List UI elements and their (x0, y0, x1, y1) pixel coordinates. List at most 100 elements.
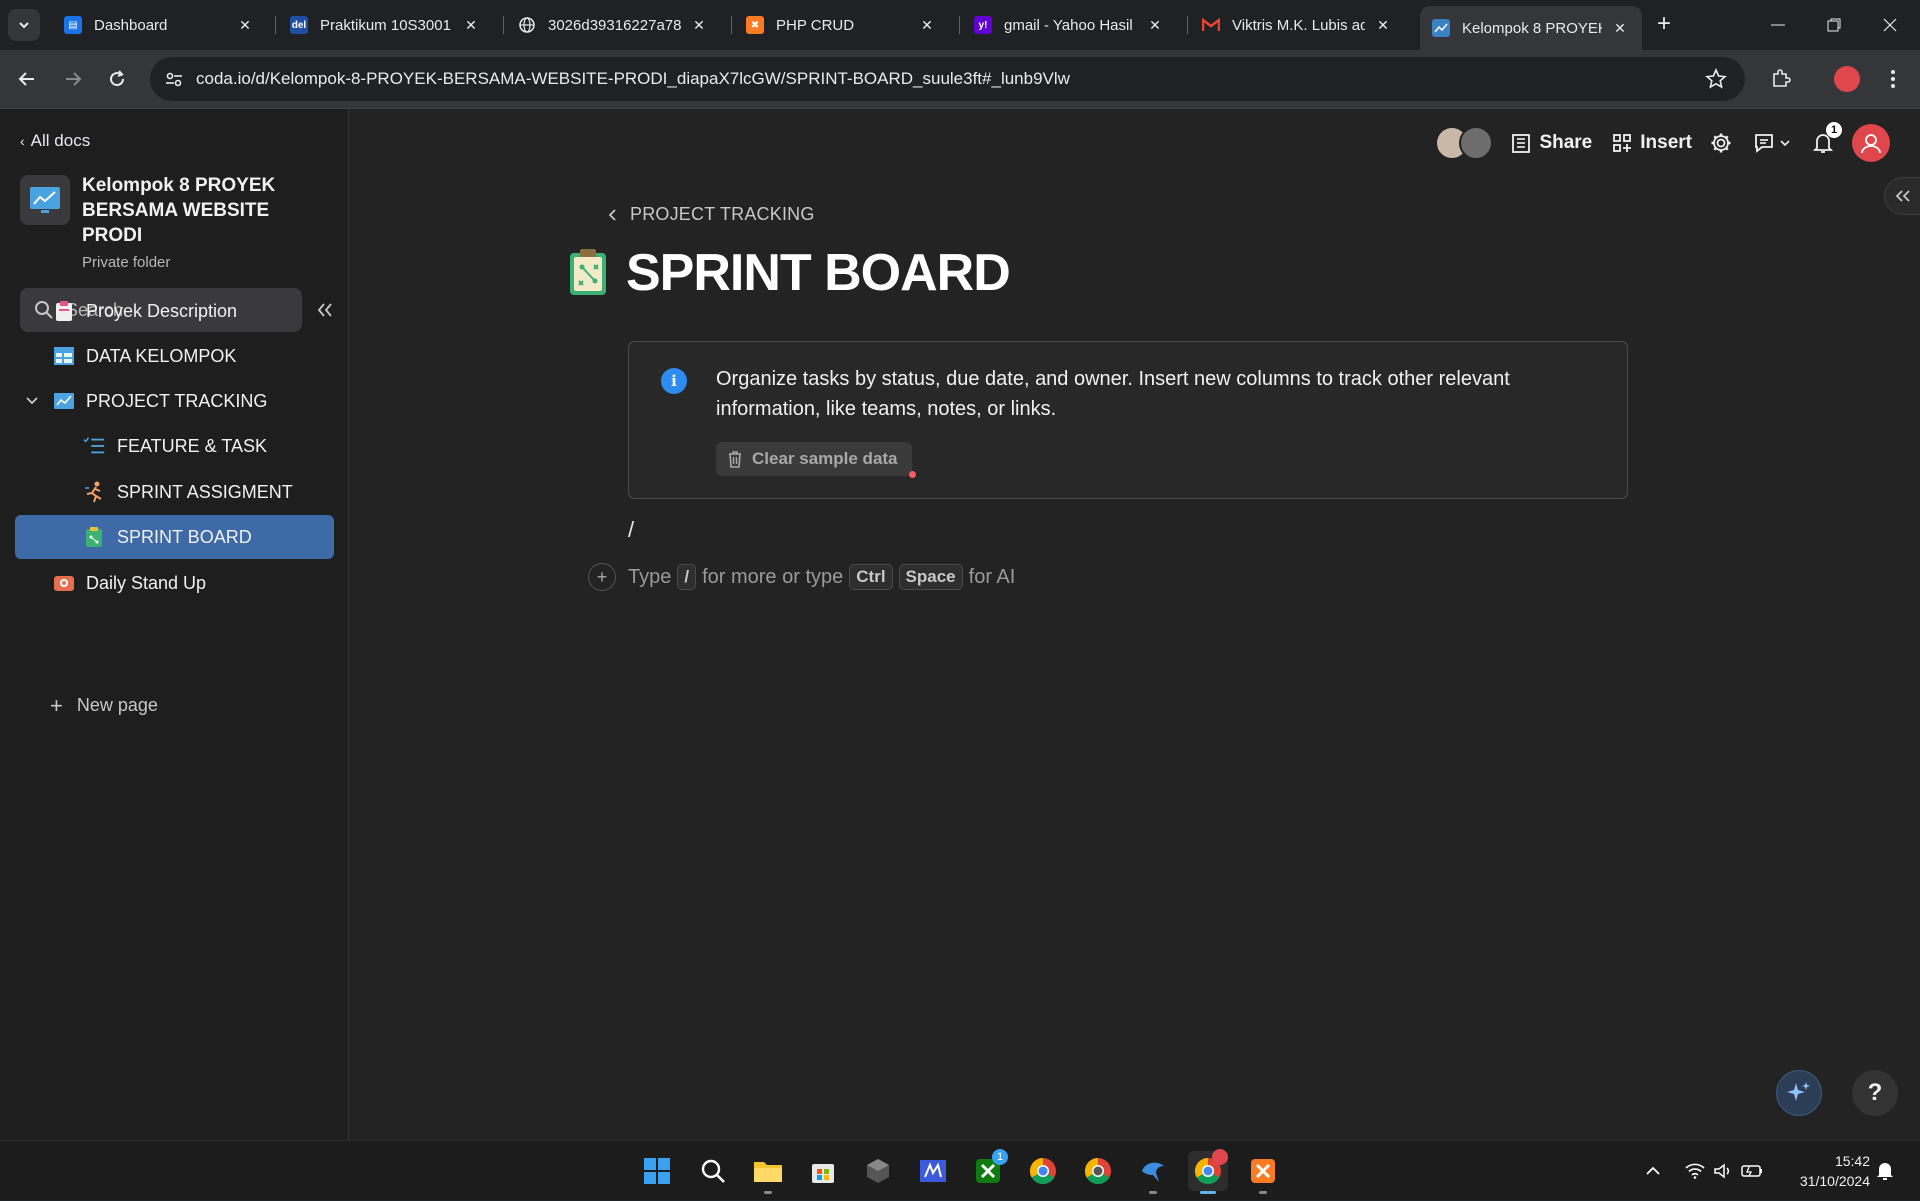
sidebar-item-data-kelompok[interactable]: DATA KELOMPOK (15, 334, 334, 378)
sidebar-item-daily-stand-up[interactable]: Daily Stand Up (15, 561, 334, 605)
site-info-icon[interactable] (164, 69, 184, 89)
minimize-button[interactable] (1758, 8, 1798, 42)
plus-icon: + (50, 692, 63, 718)
comments-button[interactable] (1750, 128, 1794, 158)
wifi-icon[interactable] (1685, 1163, 1705, 1179)
taskbar-search-button[interactable] (693, 1151, 733, 1191)
board-icon (83, 526, 105, 548)
editor-text-line[interactable]: / (628, 517, 634, 543)
comment-icon (1755, 134, 1773, 153)
doc-icon (20, 175, 70, 225)
page-title[interactable]: SPRINT BOARD (626, 243, 1011, 303)
info-icon: i (661, 368, 687, 394)
address-bar[interactable]: coda.io/d/Kelompok-8-PROYEK-BERSAMA-WEBS… (150, 57, 1745, 101)
settings-button[interactable] (1706, 128, 1736, 158)
sidebar-item-project-tracking[interactable]: PROJECT TRACKING (15, 379, 334, 423)
code-app-icon (920, 1160, 946, 1182)
building-icon (1512, 134, 1531, 153)
help-button[interactable]: ? (1852, 1070, 1898, 1116)
yahoo-favicon: y! (974, 16, 992, 34)
mysql-workbench-button[interactable] (1133, 1151, 1173, 1194)
clear-sample-data-button[interactable]: Clear sample data (716, 442, 916, 478)
url-text: coda.io/d/Kelompok-8-PROYEK-BERSAMA-WEBS… (196, 69, 1070, 88)
slash-key: / (677, 564, 697, 590)
share-button[interactable]: Share (1511, 132, 1592, 154)
microsoft-store-button[interactable] (803, 1151, 843, 1191)
forward-button[interactable] (56, 62, 90, 96)
more-vertical-icon (1891, 70, 1895, 88)
restore-button[interactable] (1814, 8, 1854, 42)
sidebar-item-feature-task[interactable]: FEATURE & TASK (15, 424, 334, 468)
close-tab-icon[interactable]: ✕ (689, 15, 709, 35)
browser-tab[interactable]: y! gmail - Yahoo Hasil P ✕ (962, 6, 1177, 44)
expand-panel-button[interactable] (1884, 177, 1920, 215)
new-tab-button[interactable]: + (1650, 12, 1678, 40)
system-clock[interactable]: 15:42 31/10/2024 (1780, 1151, 1870, 1191)
sidebar-item-sprint-assigment[interactable]: SPRINT ASSIGMENT (15, 470, 334, 514)
system-tray (1645, 1141, 1763, 1201)
restore-icon (1827, 18, 1841, 32)
grid-plus-icon (1613, 134, 1632, 152)
chevron-up-icon[interactable] (1645, 1166, 1661, 1176)
ai-assistant-button[interactable] (1776, 1070, 1822, 1116)
close-tab-icon[interactable]: ✕ (461, 15, 481, 35)
close-window-button[interactable] (1870, 8, 1910, 42)
windows-icon (644, 1158, 670, 1184)
browser-toolbar: coda.io/d/Kelompok-8-PROYEK-BERSAMA-WEBS… (0, 50, 1920, 108)
browser-tab[interactable]: ▤ Dashboard ✕ (52, 6, 267, 44)
file-explorer-button[interactable] (748, 1151, 788, 1194)
chrome-profile-button[interactable] (1078, 1151, 1118, 1191)
notification-bell-icon[interactable] (1876, 1161, 1894, 1181)
chrome-button[interactable] (1023, 1151, 1063, 1191)
dev-app-button[interactable] (858, 1151, 898, 1191)
editor-placeholder[interactable]: + Type / for more or type Ctrl Space for… (588, 560, 1015, 594)
browser-menu-button[interactable] (1876, 62, 1910, 96)
sidebar-item-sprint-board[interactable]: SPRINT BOARD (15, 515, 334, 559)
ctrl-key: Ctrl (849, 564, 893, 590)
user-avatar[interactable] (1852, 124, 1890, 162)
xampp-button[interactable] (1243, 1151, 1283, 1194)
close-tab-icon[interactable]: ✕ (1610, 18, 1630, 38)
close-tab-icon[interactable]: ✕ (1373, 15, 1393, 35)
chevron-down-icon[interactable] (21, 390, 43, 412)
bookmark-star-icon[interactable] (1705, 68, 1727, 90)
profile-button[interactable] (1830, 62, 1864, 96)
start-button[interactable] (637, 1151, 677, 1191)
close-tab-icon[interactable]: ✕ (917, 15, 937, 35)
insert-button[interactable]: Insert (1612, 132, 1692, 154)
battery-icon[interactable] (1741, 1164, 1763, 1178)
tab-search-button[interactable] (8, 9, 40, 41)
chrome-active-button[interactable] (1188, 1149, 1228, 1194)
new-page-button[interactable]: + New page (50, 692, 158, 718)
volume-icon[interactable] (1713, 1163, 1733, 1179)
arrow-right-icon (66, 72, 82, 86)
puzzle-icon (1773, 69, 1791, 87)
board-icon[interactable] (568, 247, 608, 297)
collaborator-avatars[interactable] (1435, 126, 1494, 160)
chevron-left-icon: ‹ (20, 133, 25, 149)
breadcrumb[interactable]: PROJECT TRACKING (608, 204, 815, 225)
sidebar-item-proyek-description[interactable]: Proyek Description (15, 289, 334, 333)
all-docs-link[interactable]: ‹ All docs (20, 131, 90, 151)
browser-tab[interactable]: ✖ PHP CRUD ✕ (734, 6, 949, 44)
extensions-button[interactable] (1764, 62, 1798, 96)
browser-tab-active[interactable]: Kelompok 8 PROYEK ✕ (1420, 6, 1642, 50)
ide-button[interactable] (913, 1151, 953, 1191)
xbox-button[interactable]: 1 (968, 1149, 1008, 1191)
add-block-button[interactable]: + (588, 563, 616, 591)
reload-button[interactable] (100, 62, 134, 96)
close-tab-icon[interactable]: ✕ (1145, 15, 1165, 35)
browser-tab[interactable]: Viktris M.K. Lubis adc ✕ (1190, 6, 1405, 44)
browser-tab[interactable]: del Praktikum 10S3001 ✕ (278, 6, 493, 44)
status-dot (908, 471, 916, 478)
back-button[interactable] (10, 62, 44, 96)
chart-icon (30, 187, 60, 213)
chevron-down-icon (19, 22, 29, 29)
notifications-button[interactable]: 1 (1808, 122, 1842, 158)
callout-text[interactable]: Organize tasks by status, due date, and … (716, 364, 1586, 424)
close-tab-icon[interactable]: ✕ (235, 15, 255, 35)
browser-tab[interactable]: 3026d39316227a780 ✕ (506, 6, 721, 44)
sparkle-icon (1787, 1082, 1810, 1101)
doc-title[interactable]: Kelompok 8 PROYEK BERSAMA WEBSITE PRODI (82, 173, 322, 248)
doc-folder-label: Private folder (82, 254, 171, 271)
